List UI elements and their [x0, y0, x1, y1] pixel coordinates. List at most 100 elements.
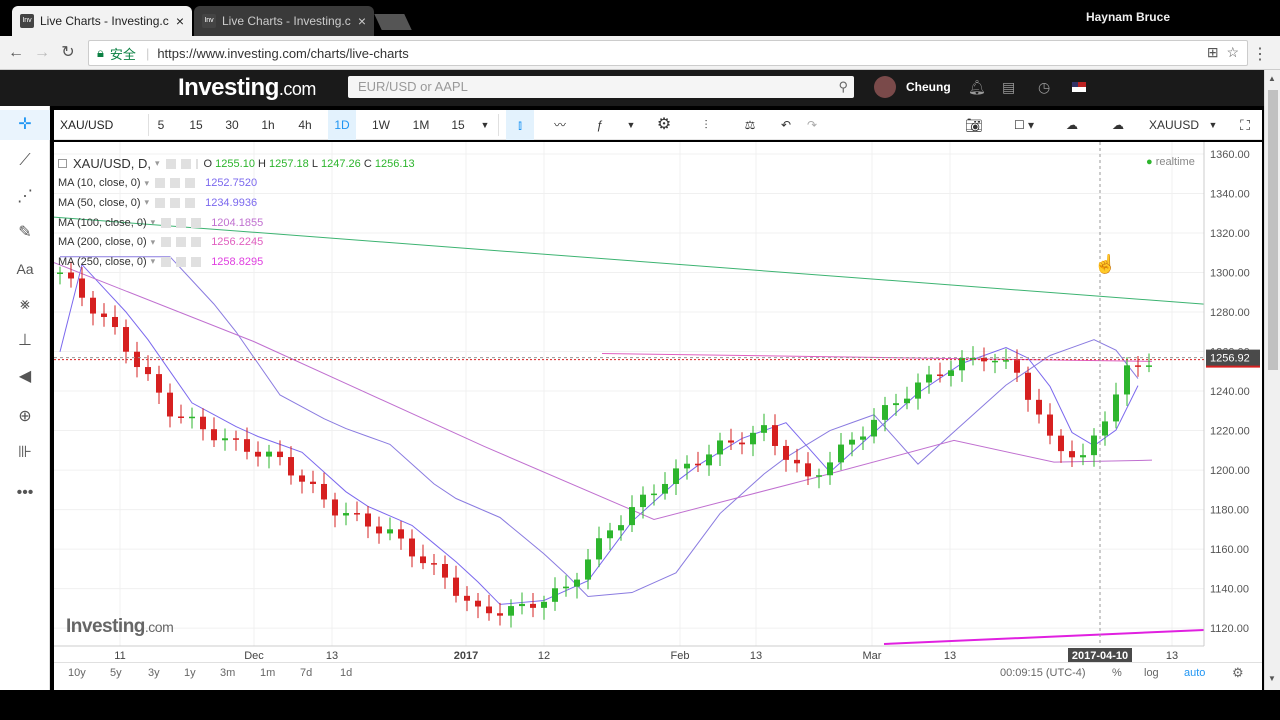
browser-profile-name[interactable]: Haynam Bruce: [1086, 10, 1170, 24]
ruler-icon[interactable]: ⊪: [0, 438, 50, 468]
search-icon[interactable]: ⚲: [838, 76, 848, 98]
indicators-dropdown-icon[interactable]: ▼: [624, 110, 638, 140]
camera-icon[interactable]: 📷︎: [960, 110, 988, 140]
taskbar: [0, 690, 1280, 720]
back-arrow-tool-icon[interactable]: ◀: [0, 362, 50, 392]
clock-icon[interactable]: ◷: [1038, 79, 1050, 96]
avatar[interactable]: [874, 76, 896, 98]
scroll-up-icon[interactable]: ▲: [1268, 74, 1276, 83]
translate-icon[interactable]: ⊞: [1207, 44, 1219, 60]
page-scrollbar[interactable]: ▲ ▼: [1264, 70, 1280, 690]
interval-1w[interactable]: 1W: [366, 110, 396, 140]
collapse-icon[interactable]: [58, 159, 67, 169]
crosshair-cursor-icon[interactable]: ✛: [0, 110, 50, 140]
percent-toggle[interactable]: %: [1112, 667, 1122, 679]
candle-body: [816, 475, 822, 477]
legend-study-row[interactable]: MA (10, close, 0) ▾ 1252.7520: [58, 174, 415, 194]
close-tab-icon[interactable]: ×: [358, 13, 366, 29]
browser-tab-active[interactable]: Inv Live Charts - Investing.c ×: [12, 6, 192, 36]
interval-1m[interactable]: 1M: [406, 110, 436, 140]
undo-icon[interactable]: ↶: [774, 110, 798, 140]
chart-settings-gear-icon[interactable]: ⚙: [1232, 665, 1244, 681]
interval-1h[interactable]: 1h: [256, 110, 280, 140]
new-tab-button[interactable]: [374, 14, 412, 30]
trendline-icon[interactable]: ⟋: [0, 146, 50, 176]
interval-15[interactable]: 15: [184, 110, 208, 140]
range-1y[interactable]: 1y: [184, 667, 196, 679]
interval-5[interactable]: 5: [150, 110, 172, 140]
candle-body: [695, 463, 701, 466]
text-tool-icon[interactable]: Aa: [0, 254, 50, 284]
legend-actions[interactable]: [165, 158, 198, 169]
price-tick-label: 1240.00: [1210, 386, 1250, 398]
indicators-icon[interactable]: ƒ: [586, 110, 614, 140]
range-7d[interactable]: 7d: [300, 667, 312, 679]
price-chart[interactable]: 1360.001340.001320.001300.001280.001260.…: [54, 142, 1262, 690]
candle-body: [838, 444, 844, 463]
us-flag-icon[interactable]: [1072, 82, 1086, 92]
candle-body: [750, 432, 756, 445]
candle-body: [618, 525, 624, 531]
interval-custom[interactable]: 15: [446, 110, 470, 140]
price-tick-label: 1180.00: [1210, 505, 1249, 517]
range-5y[interactable]: 5y: [110, 667, 122, 679]
compare-icon[interactable]: ⫶: [692, 110, 720, 140]
settings-gear-icon[interactable]: ⚙: [650, 110, 678, 140]
scroll-down-icon[interactable]: ▼: [1268, 674, 1276, 683]
cloud-save-icon[interactable]: ☁: [1104, 110, 1132, 140]
scroll-thumb[interactable]: [1268, 90, 1278, 370]
range-1d[interactable]: 1d: [340, 667, 352, 679]
fib-tool-icon[interactable]: ⋰: [0, 182, 50, 212]
pattern-tool-icon[interactable]: ⨳: [0, 290, 50, 320]
balance-icon[interactable]: ⚖: [736, 110, 764, 140]
price-tick-label: 1360.00: [1210, 149, 1250, 161]
layout-select-icon[interactable]: ☐ ▾: [1004, 110, 1044, 140]
username[interactable]: Cheung: [906, 80, 951, 94]
more-tools-icon[interactable]: •••: [0, 478, 50, 508]
saved-chart-dropdown-icon[interactable]: ▼: [1204, 110, 1222, 140]
back-arrow-icon[interactable]: ←: [6, 43, 26, 63]
candle-body: [827, 462, 833, 476]
cloud-load-icon[interactable]: ☁: [1058, 110, 1086, 140]
candle-body: [629, 507, 635, 526]
range-1m[interactable]: 1m: [260, 667, 275, 679]
url-input[interactable]: 🔒︎ 安全 | https://www.investing.com/charts…: [88, 40, 1248, 66]
portfolio-icon[interactable]: ▤: [1002, 79, 1015, 96]
fullscreen-icon[interactable]: ⛶: [1232, 110, 1258, 140]
legend-study-row[interactable]: MA (100, close, 0) ▾ 1204.1855: [58, 213, 415, 233]
browser-menu-icon[interactable]: ⋮: [1252, 44, 1268, 64]
range-3m[interactable]: 3m: [220, 667, 235, 679]
symbol-input[interactable]: XAU/USD: [60, 110, 113, 140]
site-search-input[interactable]: EUR/USD or AAPL ⚲: [348, 76, 854, 98]
bookmark-star-icon[interactable]: ☆: [1226, 44, 1239, 60]
interval-dropdown-icon[interactable]: ▼: [476, 110, 494, 140]
line-chart-icon[interactable]: 〰: [546, 110, 574, 140]
legend-study-row[interactable]: MA (200, close, 0) ▾ 1256.2245: [58, 232, 415, 252]
browser-tab-inactive[interactable]: Inv Live Charts - Investing.c ×: [194, 6, 374, 36]
interval-1d[interactable]: 1D: [328, 110, 356, 140]
log-toggle[interactable]: log: [1144, 667, 1159, 679]
candle-body: [849, 439, 855, 445]
forward-arrow-icon[interactable]: →: [32, 43, 52, 63]
legend-study-row[interactable]: MA (50, close, 0) ▾ 1234.9936: [58, 193, 415, 213]
candle-body: [607, 530, 613, 539]
range-10y[interactable]: 10y: [68, 667, 86, 679]
interval-30[interactable]: 30: [220, 110, 244, 140]
brush-icon[interactable]: ✎: [0, 218, 50, 248]
reload-icon[interactable]: ↻: [58, 43, 78, 63]
legend-study-row[interactable]: MA (250, close, 0) ▾ 1258.8295: [58, 252, 415, 272]
close-tab-icon[interactable]: ×: [176, 13, 184, 29]
candles-icon[interactable]: ⫾: [506, 110, 534, 140]
timezone-clock[interactable]: 00:09:15 (UTC-4): [1000, 667, 1086, 679]
auto-toggle[interactable]: auto: [1184, 667, 1205, 679]
investing-logo[interactable]: Investing.com: [178, 74, 316, 102]
interval-4h[interactable]: 4h: [292, 110, 318, 140]
redo-icon[interactable]: ↷: [800, 110, 824, 140]
bell-icon[interactable]: 🔔︎: [968, 79, 986, 96]
range-3y[interactable]: 3y: [148, 667, 160, 679]
candle-body: [464, 595, 470, 601]
secure-label: 安全: [109, 46, 136, 62]
saved-chart-name[interactable]: XAUUSD: [1146, 110, 1202, 140]
zoom-icon[interactable]: ⊕: [0, 402, 50, 432]
measure-tool-icon[interactable]: ⊥: [0, 326, 50, 356]
